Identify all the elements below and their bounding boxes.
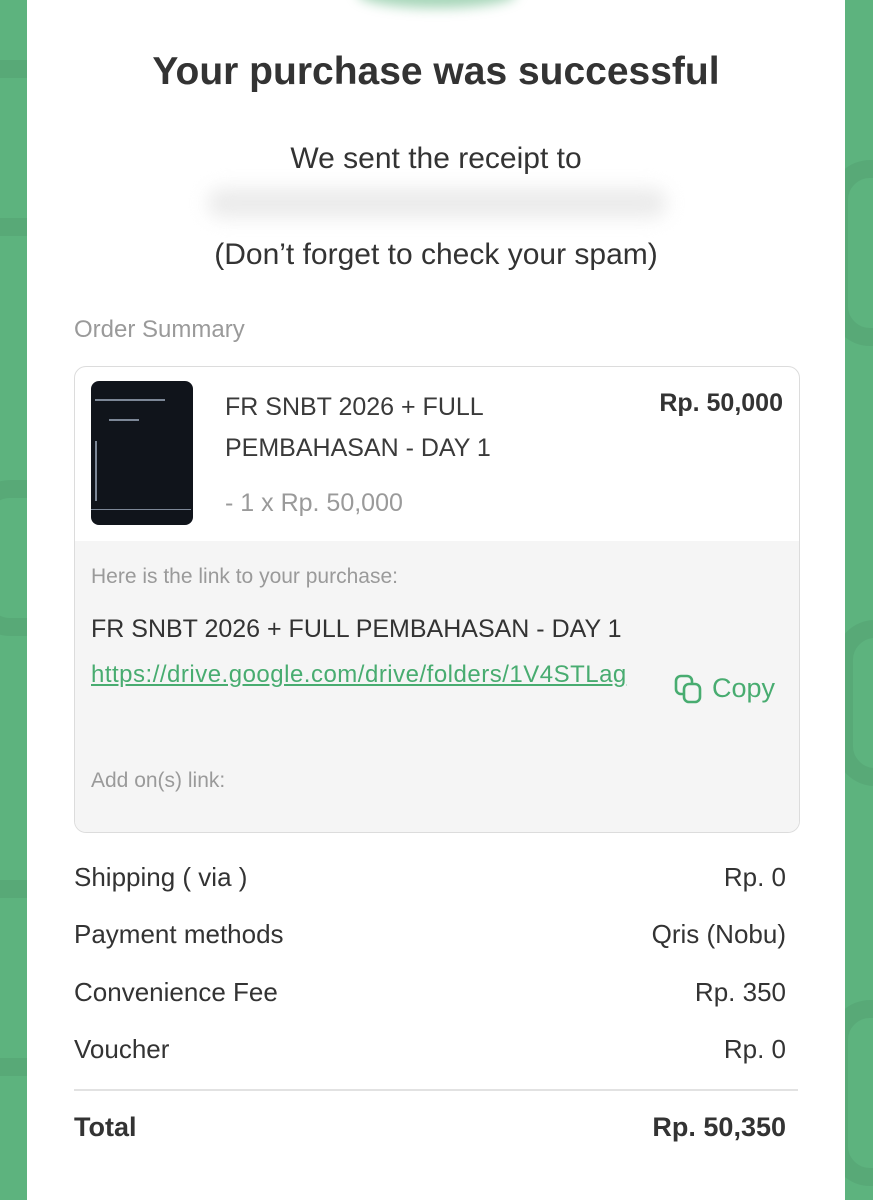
copy-button[interactable]: Copy <box>674 673 775 704</box>
total-value: Rp. 50,350 <box>652 1112 786 1142</box>
convenience-fee-value: Rp. 350 <box>694 977 786 1007</box>
convenience-fee-label: Convenience Fee <box>74 977 278 1007</box>
voucher-value: Rp. 0 <box>723 1034 786 1064</box>
receipt-text: We sent the receipt to <box>290 142 582 175</box>
total-row: Total Rp. 50,350 <box>74 1112 786 1143</box>
product-name: FR SNBT 2026 + FULL PEMBAHASAN - DAY 1 <box>225 393 491 462</box>
page-title: Your purchase was successful <box>152 50 720 93</box>
copy-icon <box>674 674 702 704</box>
shipping-row: Shipping ( via ) Rp. 0 <box>74 862 786 893</box>
purchase-link-intro: Here is the link to your purchase: <box>91 565 398 588</box>
purchase-link-title: FR SNBT 2026 + FULL PEMBAHASAN - DAY 1 <box>91 615 622 643</box>
product-price: Rp. 50,000 <box>659 389 783 417</box>
purchase-success-card: Your purchase was successful We sent the… <box>27 0 845 1200</box>
addons-link-label: Add on(s) link: <box>91 769 226 792</box>
order-summary-box: FR SNBT 2026 + FULL PEMBAHASAN - DAY 1 R… <box>74 366 800 833</box>
payment-method-row: Payment methods Qris (Nobu) <box>74 919 786 950</box>
voucher-label: Voucher <box>74 1034 170 1064</box>
purchase-link-url[interactable]: https://drive.google.com/drive/folders/1… <box>91 653 631 697</box>
shipping-label: Shipping ( via ) <box>74 862 248 892</box>
shipping-value: Rp. 0 <box>723 862 786 892</box>
voucher-row: Voucher Rp. 0 <box>74 1034 786 1065</box>
total-divider <box>74 1089 798 1091</box>
order-summary-label: Order Summary <box>74 316 245 343</box>
payment-method-label: Payment methods <box>74 919 284 949</box>
spam-note: (Don’t forget to check your spam) <box>214 238 658 271</box>
copy-label: Copy <box>711 673 775 703</box>
redacted-email <box>207 188 667 218</box>
success-icon-glow <box>357 0 517 8</box>
product-thumbnail <box>91 381 193 525</box>
total-label: Total <box>74 1112 137 1142</box>
convenience-fee-row: Convenience Fee Rp. 350 <box>74 977 786 1008</box>
payment-method-value: Qris (Nobu) <box>651 919 786 949</box>
purchase-link-section: Here is the link to your purchase: FR SN… <box>75 541 799 832</box>
product-quantity: - 1 x Rp. 50,000 <box>225 489 403 517</box>
